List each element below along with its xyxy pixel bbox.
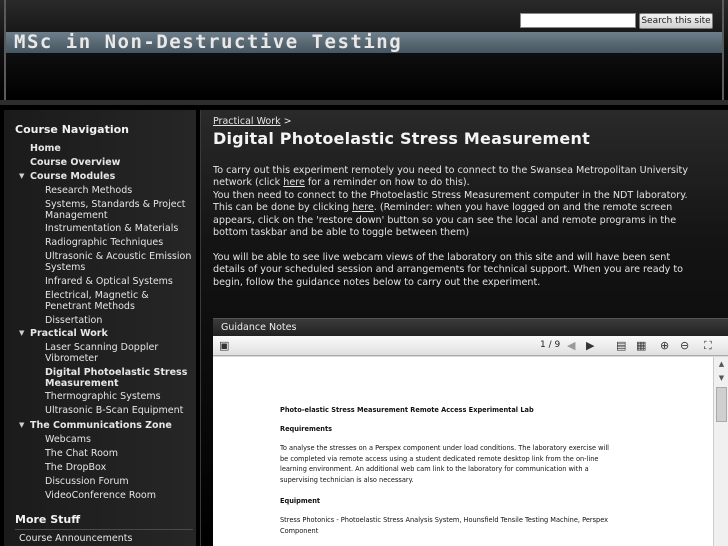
sidebar-item-home[interactable]: Home bbox=[30, 143, 180, 154]
breadcrumb: Practical Work > bbox=[213, 116, 292, 127]
guidance-notes-header: Guidance Notes bbox=[213, 318, 728, 336]
sidebar-item-practical-work[interactable]: Practical Work bbox=[30, 328, 180, 339]
page-counter: 1 / 9 bbox=[540, 340, 561, 350]
doc-requirements-heading: Requirements bbox=[280, 425, 333, 433]
viewer-scrollbar[interactable]: ▲ ▼ bbox=[713, 357, 728, 546]
doc-equipment-heading: Equipment bbox=[280, 497, 321, 505]
text-line: bottom taskbar and be able to toggle bet… bbox=[213, 227, 470, 239]
doc-heading: Photo-elastic Stress Measurement Remote … bbox=[280, 406, 534, 414]
sidebar-item-photoelastic-current[interactable]: Digital Photoelastic Stress Measurement bbox=[45, 367, 195, 389]
network-help-link[interactable]: here bbox=[283, 177, 305, 188]
main-content: Practical Work > Digital Photoelastic St… bbox=[200, 110, 728, 546]
sidebar-item-videoconference[interactable]: VideoConference Room bbox=[45, 490, 195, 501]
sidebar-item-laser-doppler[interactable]: Laser Scanning Doppler Vibrometer bbox=[45, 342, 195, 364]
text-line: To carry out this experiment remotely yo… bbox=[213, 165, 689, 176]
breadcrumb-separator: > bbox=[283, 116, 292, 127]
expand-triangle-icon[interactable]: ▼ bbox=[19, 421, 24, 429]
webcam-paragraph: You will be able to see live webcam view… bbox=[213, 252, 723, 289]
intro-paragraph: To carry out this experiment remotely yo… bbox=[213, 165, 723, 239]
doc-line: Component bbox=[280, 526, 319, 535]
more-stuff-heading: More Stuff bbox=[15, 513, 81, 526]
single-page-view-icon[interactable]: ▤ bbox=[616, 339, 626, 352]
sidebar-item-dropbox[interactable]: The DropBox bbox=[45, 462, 195, 473]
text: . (Reminder: when you have logged on and… bbox=[373, 202, 673, 214]
sidebar-item-thermographic[interactable]: Thermographic Systems bbox=[45, 391, 195, 402]
sidebar-item-radiographic[interactable]: Radiographic Techniques bbox=[45, 237, 195, 248]
text-line: begin, follow the guidance notes below t… bbox=[213, 276, 541, 288]
viewer-toolbar: ▣ 1 / 9 ◀ ▶ ▤ ▦ ⊕ ⊖ ⛶ bbox=[213, 336, 728, 356]
page-title: Digital Photoelastic Stress Measurement bbox=[213, 129, 590, 148]
scroll-thumb[interactable] bbox=[716, 387, 727, 422]
course-navigation-heading: Course Navigation bbox=[15, 123, 130, 136]
sidebar-item-webcams[interactable]: Webcams bbox=[45, 434, 195, 445]
sidebar-item-dissertation[interactable]: Dissertation bbox=[45, 315, 195, 326]
header-divider bbox=[0, 100, 728, 105]
sidebar-item-discussion-forum[interactable]: Discussion Forum bbox=[45, 476, 195, 487]
doc-line: learning environment. An additional web … bbox=[280, 465, 589, 473]
sidebar-navigation: Course Navigation Home Course Overview ▼… bbox=[4, 110, 196, 546]
sidebar-item-communications-zone[interactable]: The Communications Zone bbox=[30, 420, 190, 431]
next-page-icon[interactable]: ▶ bbox=[586, 339, 594, 352]
text-line: You will be able to see live webcam view… bbox=[213, 252, 671, 263]
text-line: You then need to connect to the Photoela… bbox=[213, 189, 688, 201]
site-header: Search this site MSc in Non-Destructive … bbox=[0, 0, 728, 100]
zoom-in-icon[interactable]: ⊕ bbox=[660, 339, 669, 352]
text-line: appears, click on the 'restore down' but… bbox=[213, 214, 677, 226]
text-line: network (click here for a reminder on ho… bbox=[213, 177, 723, 189]
breadcrumb-link-practical-work[interactable]: Practical Work bbox=[213, 116, 281, 127]
site-title[interactable]: MSc in Non-Destructive Testing bbox=[14, 30, 434, 55]
sidebar-item-systems-standards[interactable]: Systems, Standards & Project Management bbox=[45, 199, 195, 221]
sidebar-item-ultrasonic-acoustic[interactable]: Ultrasonic & Acoustic Emission Systems bbox=[45, 251, 195, 273]
scroll-up-icon[interactable]: ▲ bbox=[716, 359, 727, 370]
expand-triangle-icon[interactable]: ▼ bbox=[19, 172, 24, 180]
search-button[interactable]: Search this site bbox=[639, 13, 713, 29]
scroll-down-icon[interactable]: ▼ bbox=[716, 373, 727, 384]
doc-line: supervising technician is also necessary… bbox=[280, 475, 414, 484]
sidebar-item-course-modules[interactable]: Course Modules bbox=[30, 171, 180, 182]
expand-triangle-icon[interactable]: ▼ bbox=[19, 329, 24, 337]
grid-view-icon[interactable]: ▦ bbox=[636, 339, 646, 352]
text: for a reminder on how to do this). bbox=[304, 177, 470, 189]
sidebar-item-chat-room[interactable]: The Chat Room bbox=[45, 448, 195, 459]
text: This can be done by clicking bbox=[213, 202, 353, 214]
fullscreen-icon[interactable]: ⛶ bbox=[704, 339, 712, 352]
doc-equipment-text: Stress Photonics - Photoelastic Stress A… bbox=[280, 515, 660, 536]
divider bbox=[15, 529, 193, 530]
zoom-out-icon[interactable]: ⊖ bbox=[680, 339, 689, 352]
text-line: This can be done by clicking here. (Remi… bbox=[213, 202, 723, 214]
sidebar-item-infrared-optical[interactable]: Infrared & Optical Systems bbox=[45, 276, 195, 287]
doc-line: Stress Photonics - Photoelastic Stress A… bbox=[280, 516, 609, 524]
sidebar-item-instrumentation[interactable]: Instrumentation & Materials bbox=[45, 223, 195, 234]
guidance-notes-title: Guidance Notes bbox=[221, 322, 297, 333]
sidebar-item-electrical-magnetic[interactable]: Electrical, Magnetic & Penetrant Methods bbox=[45, 290, 195, 312]
doc-requirements-text: To analyse the stresses on a Perspex com… bbox=[280, 443, 660, 485]
text-line: details of your scheduled session and ar… bbox=[213, 264, 684, 276]
text: network (click bbox=[213, 177, 284, 189]
document-viewer: ▣ 1 / 9 ◀ ▶ ▤ ▦ ⊕ ⊖ ⛶ Photo-elastic Stre… bbox=[213, 336, 728, 546]
remote-connect-link[interactable]: here bbox=[352, 202, 374, 213]
document-page: Photo-elastic Stress Measurement Remote … bbox=[213, 357, 713, 546]
sidebar-item-research-methods[interactable]: Research Methods bbox=[45, 185, 195, 196]
previous-page-icon[interactable]: ◀ bbox=[567, 339, 575, 352]
document-icon[interactable]: ▣ bbox=[219, 339, 229, 352]
sidebar-item-course-overview[interactable]: Course Overview bbox=[30, 157, 180, 168]
doc-line: To analyse the stresses on a Perspex com… bbox=[280, 444, 609, 452]
search-input[interactable] bbox=[520, 13, 636, 28]
sidebar-item-course-announcements[interactable]: Course Announcements bbox=[19, 533, 169, 544]
sidebar-item-ultrasonic-bscan[interactable]: Ultrasonic B-Scan Equipment bbox=[45, 405, 195, 416]
doc-line: be completed via remote access using a s… bbox=[280, 454, 599, 463]
